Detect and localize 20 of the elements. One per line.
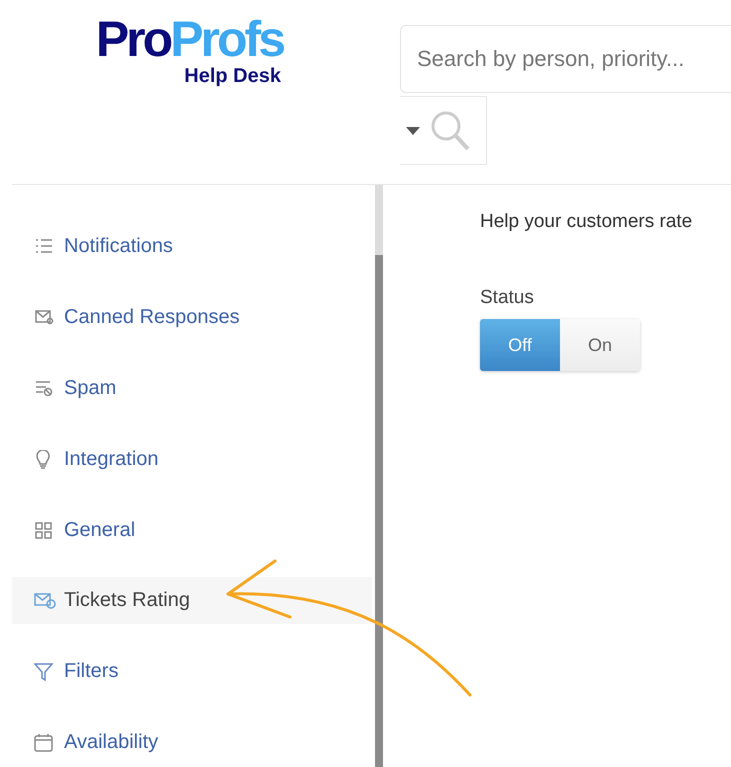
sidebar-item[interactable]: General [12, 507, 372, 554]
envelope-icon [34, 590, 56, 610]
logo-subtitle: Help Desk [184, 64, 281, 88]
sidebar-item[interactable]: Availability [12, 719, 372, 766]
logo-text: Pro [96, 14, 170, 64]
search-field[interactable]: Search by person, priority... [400, 25, 731, 93]
sidebar-item[interactable]: Filters [12, 648, 372, 695]
sidebar-item[interactable]: Notifications [12, 223, 372, 270]
sidebar-item[interactable]: Canned Responses [12, 294, 372, 341]
status-label: Status [480, 287, 535, 309]
caret-icon[interactable] [406, 126, 420, 134]
description-text: Help your customers rate [480, 211, 692, 233]
logo-text: Profs [170, 14, 283, 64]
sidebar-item[interactable]: Tickets Rating [12, 577, 372, 624]
calendar-icon [34, 732, 56, 752]
sidebar-item[interactable]: Integration [12, 436, 372, 483]
toggle-option[interactable]: On [560, 319, 640, 371]
funnel-icon [34, 662, 56, 682]
sidebar-item[interactable]: Spam [12, 365, 372, 412]
search-icon[interactable] [430, 110, 470, 152]
